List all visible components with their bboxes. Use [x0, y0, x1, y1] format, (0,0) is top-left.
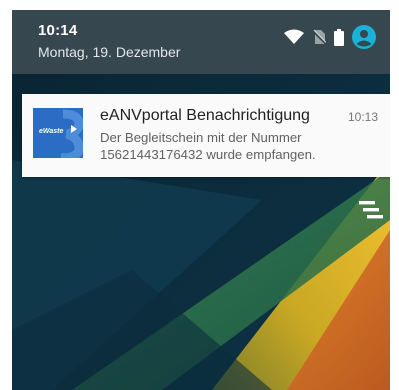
notification-shade-header: 10:14 Montag, 19. Dezember: [12, 10, 390, 74]
no-sim-icon: [312, 29, 326, 45]
clock-date[interactable]: Montag, 19. Dezember: [38, 44, 180, 60]
notification-text-line-2: 15621443176432 wurde empfangen.: [100, 147, 316, 162]
status-icons: [284, 24, 376, 50]
account-icon[interactable]: [352, 25, 376, 49]
phone-screen: 10:14 Montag, 19. Dezember eWaste eANVpo…: [12, 10, 390, 390]
notification-time: 10:13: [347, 110, 378, 124]
eanvportal-app-icon: eWaste: [33, 108, 83, 158]
wifi-icon[interactable]: [284, 29, 304, 45]
battery-icon: [334, 28, 344, 46]
app-icon-label: eWaste: [39, 128, 64, 135]
clear-all-icon[interactable]: [359, 200, 383, 220]
clock-time: 10:14: [38, 22, 78, 39]
notification-title: eANVportal Benachrichtigung: [100, 107, 310, 124]
notification-text-line-1: Der Begleitschein mit der Nummer: [100, 130, 302, 145]
notification-card[interactable]: eWaste eANVportal Benachrichtigung 10:13…: [22, 94, 390, 177]
